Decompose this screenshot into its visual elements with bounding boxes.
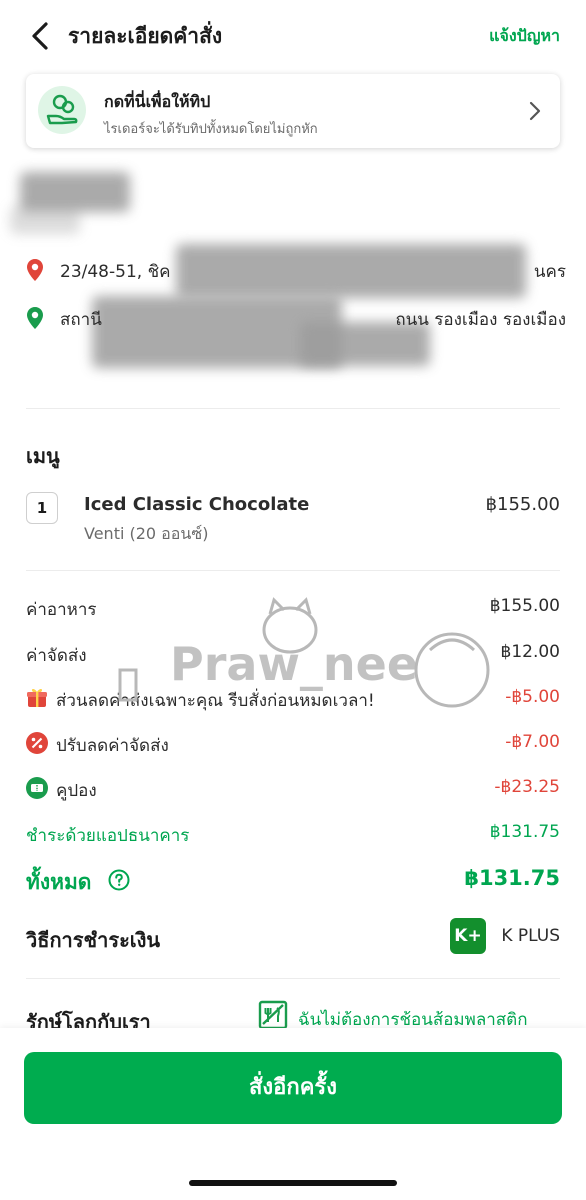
item-quantity: 1 [26, 492, 58, 524]
menu-title: เมนู [26, 444, 60, 468]
help-icon[interactable] [108, 869, 130, 891]
payment-method-title: วิธีการชำระเงิน [26, 928, 161, 952]
report-problem-link[interactable]: แจ้งปัญหา [489, 24, 560, 49]
total-label: ทั้งหมด [26, 870, 92, 894]
coupon-value: -฿23.25 [494, 777, 560, 797]
delivery-adjust-value: -฿7.00 [505, 732, 560, 752]
coupon-row: คูปอง -฿23.25 [26, 775, 560, 803]
item-option: Venti (20 ออนซ์) [84, 524, 209, 543]
bank-app-label: ชำระด้วยแอปธนาคาร [26, 826, 190, 846]
header: รายละเอียดคำสั่ง แจ้งปัญหา [0, 0, 586, 72]
delivery-fee-label: ค่าจัดส่ง [26, 646, 87, 666]
back-arrow-icon[interactable] [26, 18, 56, 54]
delivery-fee-value: ฿12.00 [500, 642, 560, 662]
pickup-address-row: 23/48-51, ชิค นคร [26, 256, 566, 286]
no-cutlery-checkbox-icon[interactable] [258, 1000, 288, 1030]
divider [26, 978, 560, 979]
promo-discount-value: -฿5.00 [505, 687, 560, 707]
green-location-pin-icon [27, 307, 43, 329]
bottom-action-bar: สั่งอีกครั้ง [0, 1028, 586, 1200]
divider [26, 570, 560, 571]
food-cost-value: ฿155.00 [489, 596, 560, 616]
pickup-address-tail: นคร [533, 262, 566, 282]
bank-app-value: ฿131.75 [489, 822, 560, 842]
tip-subtitle: ไรเดอร์จะได้รับทิปทั้งหมดโดยไม่ถูกหัก [104, 122, 318, 137]
redacted-name-2 [10, 206, 80, 234]
payment-method-name: K PLUS [501, 926, 560, 946]
dropoff-address-row: สถานี ถนน รองเมือง รองเมือง [26, 304, 566, 334]
chevron-right-icon [529, 101, 541, 121]
tip-card[interactable]: กดที่นี่เพื่อให้ทิป ไรเดอร์จะได้รับทิปทั… [26, 74, 560, 148]
pickup-address: 23/48-51, ชิค [60, 262, 171, 282]
percent-discount-icon [26, 732, 48, 754]
promo-discount-row: ส่วนลดค่าส่งเฉพาะคุณ รีบสั่งก่อนหมดเวลา!… [26, 685, 560, 713]
total-value: ฿131.75 [464, 866, 560, 890]
item-price: ฿155.00 [485, 494, 560, 515]
red-location-pin-icon [27, 259, 43, 281]
kplus-logo: K+ [450, 918, 486, 954]
gift-icon [27, 688, 47, 707]
tip-hand-coin-icon [38, 86, 86, 134]
divider [26, 408, 560, 409]
dropoff-address: สถานี [60, 310, 102, 330]
delivery-fee-row: ค่าจัดส่ง ฿12.00 [26, 640, 560, 668]
tip-title: กดที่นี่เพื่อให้ทิป [104, 92, 211, 111]
total-row: ทั้งหมด ฿131.75 [26, 866, 560, 898]
food-cost-row: ค่าอาหาร ฿155.00 [26, 594, 560, 622]
item-name: Iced Classic Chocolate [84, 494, 310, 515]
dropoff-address-tail: ถนน รองเมือง รองเมือง [395, 310, 566, 330]
home-indicator[interactable] [189, 1180, 397, 1186]
reorder-button[interactable]: สั่งอีกครั้ง [24, 1052, 562, 1124]
delivery-adjust-label: ปรับลดค่าจัดส่ง [56, 736, 169, 756]
bank-app-row: ชำระด้วยแอปธนาคาร ฿131.75 [26, 820, 560, 848]
promo-discount-label: ส่วนลดค่าส่งเฉพาะคุณ รีบสั่งก่อนหมดเวลา! [56, 691, 375, 711]
page-title: รายละเอียดคำสั่ง [68, 24, 223, 48]
food-cost-label: ค่าอาหาร [26, 600, 97, 620]
coupon-label: คูปอง [56, 781, 97, 801]
delivery-adjust-row: ปรับลดค่าจัดส่ง -฿7.00 [26, 730, 560, 758]
coupon-icon [26, 777, 48, 799]
